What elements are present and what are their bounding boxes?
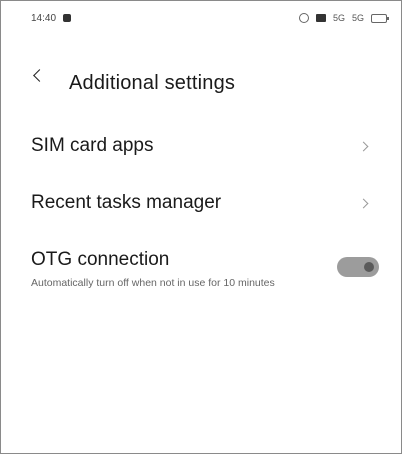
notification-icon — [63, 14, 71, 22]
nfc-icon — [316, 14, 326, 22]
otg-connection-item: OTG connection Automatically turn off wh… — [1, 243, 401, 323]
battery-icon — [371, 13, 390, 23]
alarm-icon — [299, 13, 309, 23]
chevron-right-icon — [358, 198, 369, 209]
recent-tasks-manager-label: Recent tasks manager — [31, 192, 222, 213]
recent-tasks-manager-item[interactable]: Recent tasks manager — [1, 184, 401, 232]
otg-connection-label: OTG connection — [31, 249, 170, 270]
signal-label-1: 5G — [333, 13, 346, 23]
status-bar: 14:40 5G 5G — [1, 1, 401, 37]
toggle-knob — [364, 262, 374, 272]
status-icons: 5G 5G — [299, 13, 390, 23]
chevron-right-icon — [358, 141, 369, 152]
otg-connection-description: Automatically turn off when not in use f… — [31, 277, 275, 289]
sim-card-apps-label: SIM card apps — [31, 135, 154, 156]
back-arrow-icon[interactable] — [33, 69, 46, 82]
signal-label-2: 5G — [352, 13, 365, 23]
page-title: Additional settings — [69, 72, 236, 94]
phone-screen: 14:40 5G 5G Additional settings SIM card… — [0, 0, 402, 454]
otg-connection-toggle[interactable] — [337, 257, 379, 277]
status-time: 14:40 — [31, 13, 57, 24]
page-header: Additional settings — [1, 61, 401, 101]
sim-card-apps-item[interactable]: SIM card apps — [1, 127, 401, 175]
